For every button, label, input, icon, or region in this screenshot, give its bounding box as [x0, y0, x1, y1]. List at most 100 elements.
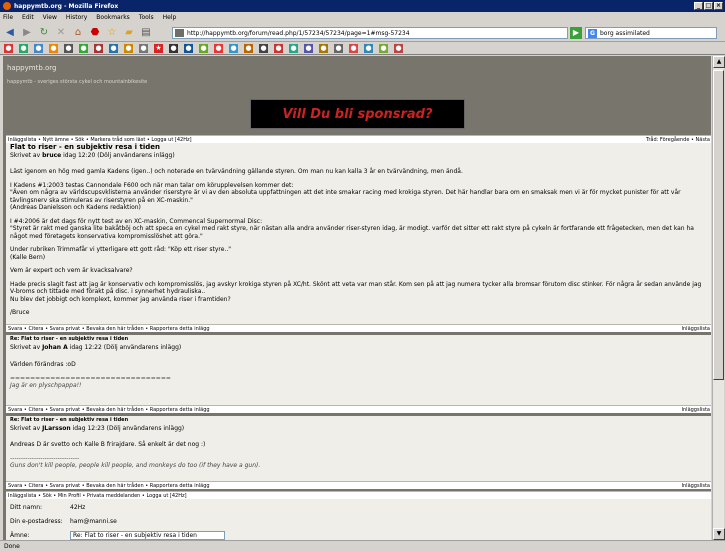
url-text: http://happymtb.org/forum/read.php/1/572… [187, 29, 410, 37]
window-controls: _ □ × [694, 2, 723, 10]
menu-bookmarks[interactable]: Bookmarks [96, 14, 130, 21]
bookmark-icon[interactable]: ● [199, 43, 208, 53]
folder-icon[interactable]: ▰ [122, 25, 136, 39]
bookmark-icon[interactable]: ● [34, 43, 43, 53]
bookmark-icon[interactable]: ● [64, 43, 73, 53]
bookmark-icon[interactable]: ● [274, 43, 283, 53]
menu-history[interactable]: History [66, 14, 87, 21]
firefox-icon [3, 2, 11, 10]
bookmark-icon[interactable]: ● [379, 43, 388, 53]
post-byline: Skrivet av Johan A idag 12:22 (Dölj anvä… [10, 344, 708, 352]
minimize-button[interactable]: _ [694, 2, 703, 10]
site-title[interactable]: happymtb.org [7, 64, 56, 72]
post-paragraph: I #4:2006 är det dags för nytt test av e… [10, 217, 694, 240]
bookmark-icon[interactable]: ● [139, 43, 148, 53]
scroll-up-icon[interactable]: ▲ [713, 56, 725, 68]
post-paragraph: Under rubriken Trimmafår vi ytterligare … [10, 246, 231, 261]
bookmark-icon[interactable]: ● [49, 43, 58, 53]
post-action-links[interactable]: Svara • Citera • Svara privat • Bevaka d… [8, 483, 210, 489]
post-list-link[interactable]: Inläggslista [682, 407, 710, 413]
thread-nav-links[interactable]: Tråd: Föregående • Nästa [646, 137, 710, 143]
close-button[interactable]: × [714, 2, 723, 10]
bookmark-icon[interactable]: ● [319, 43, 328, 53]
menu-help[interactable]: Help [163, 14, 177, 21]
menu-tools[interactable]: Tools [139, 14, 154, 21]
post-author[interactable]: Johan A [42, 344, 68, 351]
forum-nav-links[interactable]: Inläggslista • Nytt ämne • Sök • Markera… [8, 137, 192, 143]
byline-suffix: idag 12:22 (Dölj användarens inlägg) [67, 343, 182, 351]
menu-file[interactable]: File [3, 14, 13, 21]
forum-post: Re: Flat to riser - en subjektiv resa i … [6, 416, 711, 481]
bookmark-icon[interactable]: ★ [154, 43, 163, 53]
post-subject: Re: Flat to riser - en subjektiv resa i … [10, 336, 129, 342]
bookmark-icon[interactable]: ● [79, 43, 88, 53]
post-paragraph: I Kadens #1:2003 testas Cannondale F600 … [10, 181, 681, 212]
site-favicon-icon [175, 29, 184, 37]
post-paragraph: Vem är expert och vem är kvacksalvare? [10, 267, 133, 274]
site-tagline: happymtb - sveriges största cykel och mo… [7, 79, 148, 85]
byline-prefix: Skrivet av [10, 343, 43, 351]
name-label: Ditt namn: [10, 504, 43, 511]
post-actions: Svara • Citera • Svara privat • Bevaka d… [6, 481, 711, 489]
maximize-button[interactable]: □ [704, 2, 713, 10]
bookmarks-toolbar: ● ● ● ● ● ● ● ● ● ● ★ ● ● ● ● ● ● ● ● ● … [0, 42, 725, 55]
bookmark-icon[interactable]: ● [124, 43, 133, 53]
go-button[interactable]: ▶ [570, 27, 582, 39]
home-icon[interactable]: ⌂ [71, 25, 85, 39]
post-list-link[interactable]: Inläggslista [682, 483, 710, 489]
bookmark-icon[interactable]: ● [19, 43, 28, 53]
bookmark-icon[interactable]: ● [364, 43, 373, 53]
post-author[interactable]: bruce [42, 152, 61, 159]
bookmark-icon[interactable]: ● [94, 43, 103, 53]
window-title: happymtb.org - Mozilla Firefox [14, 2, 119, 10]
forum-post: Flat to riser - en subjektiv resa i tide… [6, 143, 711, 324]
bookmark-icon[interactable]: ● [214, 43, 223, 53]
post-action-links[interactable]: Svara • Citera • Svara privat • Bevaka d… [8, 407, 210, 413]
bookmark-icon[interactable]: ● [229, 43, 238, 53]
bookmark-icon[interactable]: ● [289, 43, 298, 53]
post-actions: Svara • Citera • Svara privat • Bevaka d… [6, 405, 711, 413]
forum-post: Re: Flat to riser - en subjektiv resa i … [6, 335, 711, 406]
back-icon[interactable]: ◀ [3, 25, 17, 39]
stop-icon[interactable]: ✕ [54, 25, 68, 39]
url-bar[interactable]: http://happymtb.org/forum/read.php/1/572… [172, 27, 568, 39]
scroll-down-icon[interactable]: ▼ [713, 528, 725, 540]
page-content: happymtb.org happymtb - sveriges största… [3, 56, 711, 540]
reply-form: Ditt namn: 42Hz Din e-postadress: ham@ma… [6, 499, 711, 540]
adblock-icon[interactable]: ⬣ [88, 25, 102, 39]
bookmark-icon[interactable]: ● [259, 43, 268, 53]
post-author[interactable]: JLarsson [42, 425, 71, 432]
page-scrollbar[interactable]: ▲ ▼ [712, 56, 725, 540]
post-paragraph: Världen förändras :oD [10, 361, 76, 368]
bookmark-icon[interactable]: ● [109, 43, 118, 53]
post-list-link[interactable]: Inläggslista [682, 326, 710, 332]
post-paragraph: Hade precis slagit fast att jag är konse… [10, 280, 702, 303]
post-signature: -------------------------------- Guns do… [10, 454, 261, 470]
post-action-links[interactable]: Svara • Citera • Svara privat • Bevaka d… [8, 326, 210, 332]
byline-prefix: Skrivet av [10, 424, 43, 432]
bookmark-star-icon[interactable]: ☆ [105, 25, 119, 39]
bookmark-icon[interactable]: ● [304, 43, 313, 53]
post-actions: Svara • Citera • Svara privat • Bevaka d… [6, 324, 711, 332]
bookmark-icon[interactable]: ● [334, 43, 343, 53]
bookmark-icon[interactable]: ● [184, 43, 193, 53]
print-icon[interactable]: ▤ [139, 25, 153, 39]
subject-input[interactable]: Re: Flat to riser - en subjektiv resa i … [70, 531, 225, 540]
bookmark-icon[interactable]: ● [244, 43, 253, 53]
search-input[interactable]: G borg assimilated [585, 27, 717, 39]
forward-icon[interactable]: ▶ [20, 25, 34, 39]
byline-suffix: idag 12:23 (Dölj användarens inlägg) [70, 424, 185, 432]
bookmark-icon[interactable]: ● [394, 43, 403, 53]
bookmark-icon[interactable]: ● [169, 43, 178, 53]
bookmark-icon[interactable]: ● [4, 43, 13, 53]
reload-icon[interactable]: ↻ [37, 25, 51, 39]
forum-nav-top: Inläggslista • Nytt ämne • Sök • Markera… [6, 135, 711, 143]
forum-nav-links[interactable]: Inläggslista • Sök • Min Profil • Privat… [8, 493, 187, 499]
post-subject: Re: Flat to riser - en subjektiv resa i … [10, 417, 129, 423]
scroll-thumb[interactable] [713, 70, 724, 380]
bookmark-icon[interactable]: ● [349, 43, 358, 53]
post-paragraph: Andreas D är svetto och Kalle B frirajda… [10, 441, 206, 448]
menu-view[interactable]: View [43, 14, 57, 21]
ad-banner[interactable]: Vill Du bli sponsrad? [250, 99, 465, 129]
menu-edit[interactable]: Edit [22, 14, 34, 21]
